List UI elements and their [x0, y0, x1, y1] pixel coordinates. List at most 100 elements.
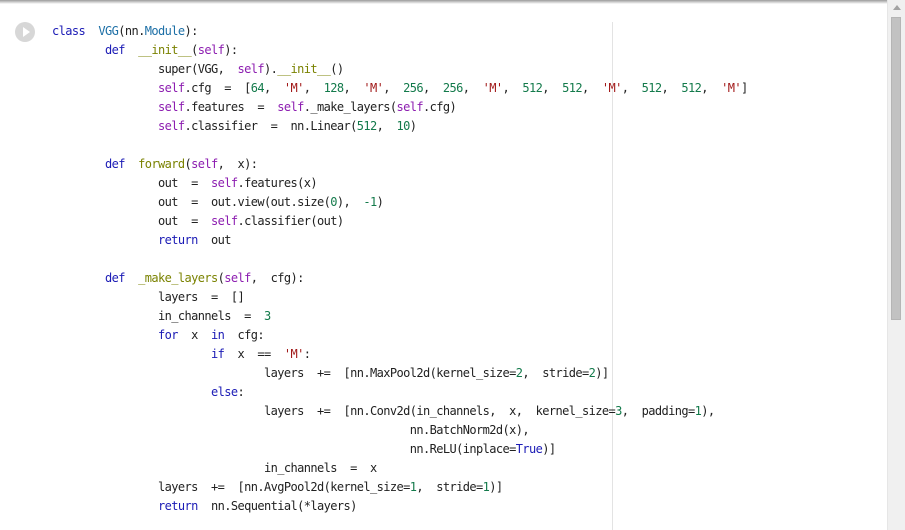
code-token: Module	[144, 24, 185, 38]
code-token: ,	[661, 81, 682, 95]
code-token: , padding=	[621, 404, 695, 418]
code-token: layers += [nn.MaxPool2d(kernel_size=	[264, 366, 516, 380]
code-token: ):	[184, 24, 199, 38]
scrollbar-thumb[interactable]	[891, 17, 901, 320]
code-line: else:	[52, 383, 748, 402]
code-token: 10	[396, 119, 411, 133]
code-token: )]	[489, 480, 503, 494]
code-token: ,	[264, 81, 284, 95]
run-cell-button[interactable]	[15, 22, 35, 42]
code-token: 512	[522, 81, 543, 95]
code-line: nn.ReLU(inplace=True)]	[52, 440, 748, 459]
vertical-scrollbar[interactable]	[887, 0, 905, 530]
code-line: out = self.classifier(out)	[52, 212, 748, 231]
code-token: self	[224, 271, 251, 285]
code-token: layers += [nn.AvgPool2d(kernel_size=	[158, 480, 410, 494]
code-token: self	[191, 157, 218, 171]
code-token: layers = []	[158, 290, 245, 304]
code-token: :	[303, 347, 311, 361]
code-line: super(VGG, self).__init__()	[52, 60, 748, 79]
code-token: x ==	[224, 347, 284, 361]
code-token: 128	[323, 81, 344, 95]
code-token: def	[105, 157, 125, 171]
code-token: self	[396, 100, 424, 114]
code-token: 'M'	[721, 81, 741, 95]
code-token: self	[158, 81, 185, 95]
code-token: .classifier(out)	[237, 214, 345, 228]
code-token: self	[158, 100, 185, 114]
code-token: out	[197, 233, 231, 247]
code-token: )	[409, 119, 417, 133]
code-token: 64	[250, 81, 265, 95]
code-token: 'M'	[283, 81, 304, 95]
code-token: ),	[701, 404, 715, 418]
code-token: 'M'	[363, 81, 384, 95]
code-token: 0	[330, 195, 337, 209]
code-token: class	[52, 24, 86, 38]
code-line: layers += [nn.AvgPool2d(kernel_size=1, s…	[52, 478, 748, 497]
code-line: in_channels = 3	[52, 307, 748, 326]
code-cell[interactable]: class VGG(nn.Module): def __init__(self)…	[0, 0, 888, 530]
code-line: layers += [nn.MaxPool2d(kernel_size=2, s…	[52, 364, 748, 383]
code-token: _make_layers	[138, 271, 218, 285]
code-token: self	[211, 214, 238, 228]
code-token: def	[105, 271, 125, 285]
code-token: .cfg = [	[184, 81, 252, 95]
code-token: nn.Sequential(*layers)	[197, 499, 357, 513]
code-token: , x):	[217, 157, 258, 171]
code-token: )	[376, 195, 384, 209]
code-token: 512	[356, 119, 377, 133]
code-token: self	[277, 100, 304, 114]
code-line: out = self.features(x)	[52, 174, 748, 193]
code-token: 256	[403, 81, 423, 95]
code-token: ]	[741, 81, 748, 95]
code-token: out =	[158, 214, 211, 228]
code-line: return nn.Sequential(*layers)	[52, 497, 748, 516]
code-token: __init__	[277, 62, 331, 76]
code-token: :	[237, 385, 245, 399]
code-line: class VGG(nn.Module):	[52, 22, 748, 41]
code-token: __init__	[138, 43, 192, 57]
code-token: .features(x)	[237, 176, 318, 190]
code-token: -1	[363, 195, 377, 209]
code-token: True	[515, 442, 543, 456]
code-token: ,	[303, 81, 324, 95]
code-line: def __init__(self):	[52, 41, 748, 60]
code-token: ,	[383, 81, 404, 95]
code-editor[interactable]: class VGG(nn.Module): def __init__(self)…	[52, 22, 748, 516]
code-token: self	[197, 43, 225, 57]
code-token: return	[158, 499, 198, 513]
code-token: .cfg)	[423, 100, 457, 114]
code-line: self.cfg = [64, 'M', 128, 'M', 256, 256,…	[52, 79, 748, 98]
code-line: out = out.view(out.size(0), -1)	[52, 193, 748, 212]
code-line: layers += [nn.Conv2d(in_channels, x, ker…	[52, 402, 748, 421]
scroll-up-arrow-icon[interactable]	[893, 5, 901, 10]
code-token: ()	[330, 62, 344, 76]
code-line: def forward(self, x):	[52, 155, 748, 174]
code-token: 3	[615, 404, 622, 418]
notebook-window: class VGG(nn.Module): def __init__(self)…	[0, 0, 905, 530]
code-token: VGG	[98, 24, 119, 38]
code-token: , stride=	[522, 366, 589, 380]
code-token: 'M'	[482, 81, 503, 95]
code-token: ,	[582, 81, 602, 95]
code-token: else	[211, 385, 238, 399]
code-token: in_channels =	[158, 309, 264, 323]
code-token: x	[177, 328, 211, 342]
code-token: self	[211, 176, 238, 190]
